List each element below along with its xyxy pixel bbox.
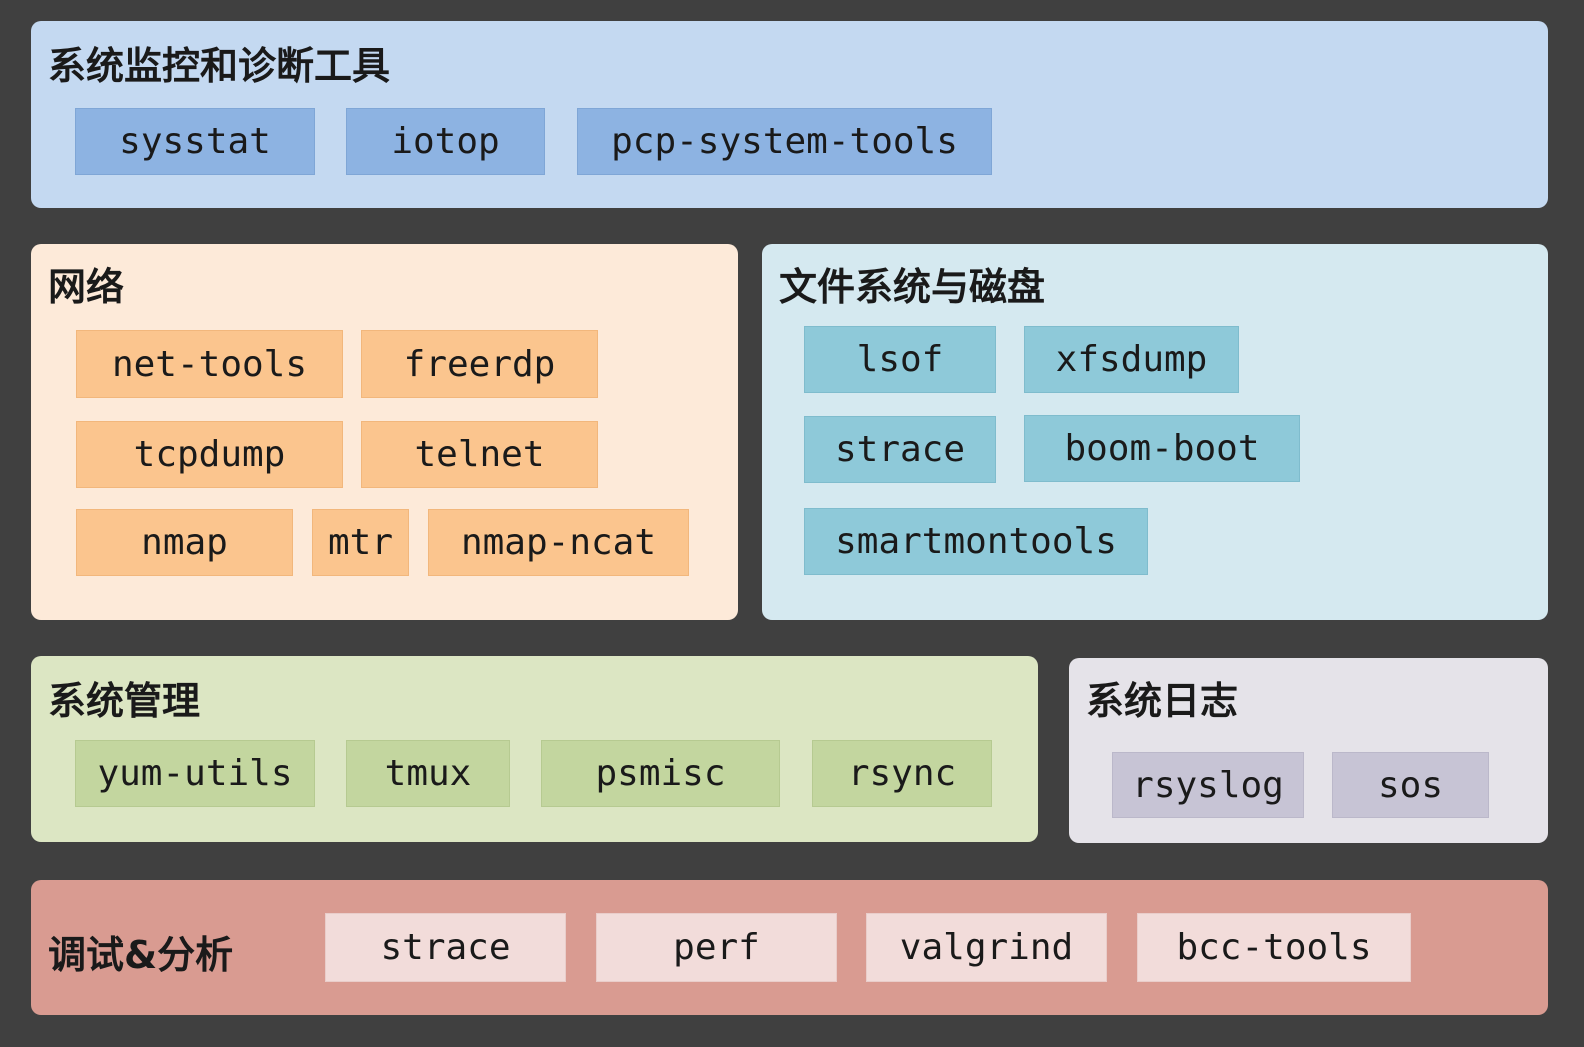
panel-network: 网络 net-tools freerdp tcpdump telnet nmap…: [31, 244, 738, 620]
tag-freerdp: freerdp: [361, 330, 598, 398]
tag-tcpdump: tcpdump: [76, 421, 343, 488]
tag-iotop: iotop: [346, 108, 545, 175]
tag-strace: strace: [325, 913, 566, 982]
section-title: 系统监控和诊断工具: [48, 44, 391, 88]
panel-filesystem: 文件系统与磁盘 lsof xfsdump strace boom-boot sm…: [762, 244, 1548, 620]
tag-tmux: tmux: [346, 740, 510, 807]
tag-lsof: lsof: [804, 326, 996, 393]
tag-nmap: nmap: [76, 509, 293, 576]
tag-telnet: telnet: [361, 421, 598, 488]
section-title: 网络: [48, 265, 125, 309]
panel-sysadmin: 系统管理 yum-utils tmux psmisc rsync: [31, 656, 1038, 842]
tag-boom-boot: boom-boot: [1024, 415, 1300, 482]
tag-xfsdump: xfsdump: [1024, 326, 1239, 393]
tag-perf: perf: [596, 913, 837, 982]
tag-sysstat: sysstat: [75, 108, 315, 175]
tag-valgrind: valgrind: [866, 913, 1107, 982]
tag-rsync: rsync: [812, 740, 992, 807]
tag-sos: sos: [1332, 752, 1489, 818]
tag-net-tools: net-tools: [76, 330, 343, 398]
panel-debugging: 调试&分析 strace perf valgrind bcc-tools: [31, 880, 1548, 1015]
section-title: 文件系统与磁盘: [779, 265, 1046, 309]
section-title: 调试&分析: [48, 933, 234, 977]
panel-logging: 系统日志 rsyslog sos: [1069, 658, 1548, 843]
tag-psmisc: psmisc: [541, 740, 780, 807]
section-title: 系统日志: [1086, 679, 1239, 723]
section-title: 系统管理: [48, 679, 201, 723]
tag-rsyslog: rsyslog: [1112, 752, 1304, 818]
tag-strace: strace: [804, 416, 996, 483]
panel-monitoring: 系统监控和诊断工具 sysstat iotop pcp-system-tools: [31, 21, 1548, 208]
tag-yum-utils: yum-utils: [75, 740, 315, 807]
tag-bcc-tools: bcc-tools: [1137, 913, 1411, 982]
tag-smartmontools: smartmontools: [804, 508, 1148, 575]
tag-nmap-ncat: nmap-ncat: [428, 509, 689, 576]
tag-mtr: mtr: [312, 509, 409, 576]
tag-pcp-system-tools: pcp-system-tools: [577, 108, 992, 175]
